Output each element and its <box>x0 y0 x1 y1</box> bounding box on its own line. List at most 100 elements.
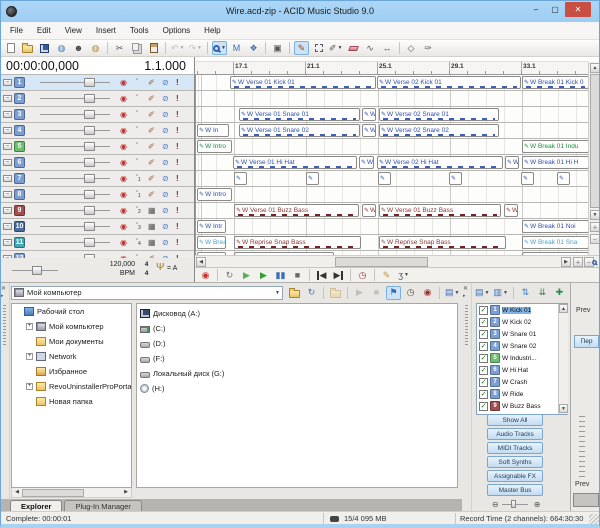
track-header[interactable]: –5◉”✐⊘! <box>0 139 194 155</box>
minimize-track-button[interactable]: – <box>3 207 12 214</box>
track-header[interactable]: –11◉”4▦⊘! <box>0 235 194 251</box>
marker-pencil-button[interactable]: ✎ <box>379 268 394 282</box>
minimize-track-button[interactable]: – <box>3 143 12 150</box>
manager-track-item[interactable]: ✓3W Snare 01 <box>477 328 567 340</box>
undo-icon[interactable]: ↶▼ <box>170 41 186 55</box>
chevron-down-icon[interactable]: ▼ <box>197 45 202 51</box>
menu-help[interactable]: Help <box>197 24 227 37</box>
horizontal-scroll-thumb[interactable] <box>335 257 428 267</box>
new-file-icon[interactable] <box>3 41 18 55</box>
chevron-down-icon[interactable]: ▼ <box>338 45 343 51</box>
track-volume-thumb[interactable] <box>84 94 95 103</box>
fader-up-icon[interactable]: ⇅ <box>518 286 533 300</box>
manager-track-item[interactable]: ✓7W Crash <box>477 376 567 388</box>
scribble-button[interactable]: ʒ▼ <box>396 268 411 282</box>
web-media-icon[interactable]: ◍ <box>88 41 103 55</box>
track-volume-thumb[interactable] <box>84 190 95 199</box>
mute-icon[interactable]: ⊘ <box>162 78 169 87</box>
solo-icon[interactable]: ! <box>176 110 179 119</box>
minimize-track-button[interactable]: – <box>3 95 12 102</box>
pin-dock-icon[interactable]: ▸ <box>1 293 4 299</box>
clip-event[interactable]: ✎W <box>359 156 374 169</box>
keyboard-icon[interactable]: ▦ <box>148 238 156 247</box>
clip-event[interactable]: ✎W <box>504 204 518 217</box>
clip-event[interactable]: ✎W Break 01 Noi <box>522 220 588 233</box>
solo-icon[interactable]: ! <box>176 206 179 215</box>
media-manager-icon[interactable]: ◷ <box>403 286 418 300</box>
record-arm-icon[interactable]: ◉ <box>120 94 127 103</box>
track-volume-slider[interactable] <box>40 226 110 227</box>
mute-icon[interactable]: ⊘ <box>162 238 169 247</box>
chevron-down-icon[interactable]: ▼ <box>455 290 460 296</box>
scroll-up-icon[interactable]: ▲ <box>590 63 600 73</box>
menu-view[interactable]: View <box>58 24 89 37</box>
tree-scroll-thumb[interactable] <box>22 489 84 497</box>
play-button[interactable]: ▶ <box>256 268 271 282</box>
track-volume-slider[interactable] <box>40 178 110 179</box>
mixer-fader-scale[interactable] <box>579 416 585 479</box>
paste-icon[interactable] <box>146 41 161 55</box>
tempo-display[interactable]: 120,000 BPM <box>93 260 135 278</box>
menu-insert[interactable]: Insert <box>89 24 123 37</box>
tree-item[interactable]: Мои документы <box>12 334 131 349</box>
track-volume-slider[interactable] <box>40 82 110 83</box>
track-header[interactable]: –4◉”✐⊘! <box>0 123 194 139</box>
minimize-track-button[interactable]: – <box>3 111 12 118</box>
track-volume-thumb[interactable] <box>84 78 95 87</box>
clip-event[interactable]: ✎W Break 01 Indu <box>522 140 588 153</box>
track-volume-thumb[interactable] <box>84 238 95 247</box>
brush-icon[interactable]: ✐ <box>148 190 155 199</box>
mute-icon[interactable]: ⊘ <box>162 94 169 103</box>
whats-this-icon[interactable]: ✑ <box>421 41 436 55</box>
track-volume-thumb[interactable] <box>84 126 95 135</box>
get-media-icon[interactable]: ◉ <box>420 286 435 300</box>
clip-event[interactable]: ✎W Verse 01 Snare 01 <box>239 108 360 121</box>
open-icon[interactable] <box>20 41 35 55</box>
tree-item[interactable]: +Мой компьютер <box>12 319 131 334</box>
manager-scrollbar[interactable]: ▲ ▼ <box>558 304 568 414</box>
timeline-row[interactable]: ✎W Intro ✎W Break 01 Indu <box>196 139 588 155</box>
timeline-row[interactable]: ✎W Verse 01 Snare 01✎W✎W Verse 02 Snare … <box>196 107 588 123</box>
track-header[interactable]: –10◉”3▦⊘! <box>0 219 194 235</box>
menu-options[interactable]: Options <box>156 24 198 37</box>
window-focus-icon[interactable]: ▣ <box>270 41 285 55</box>
vertical-scroll-thumb[interactable] <box>590 74 600 208</box>
timeline-body[interactable]: ✎W Verse 01 Kick 01✎W Verse 02 Kick 01✎W… <box>195 75 588 255</box>
record-arm-icon[interactable]: ◉ <box>120 110 127 119</box>
track-checkbox[interactable]: ✓ <box>479 306 488 315</box>
minimize-track-button[interactable]: – <box>3 175 12 182</box>
solo-icon[interactable]: ! <box>176 190 179 199</box>
file-item[interactable]: (F:) <box>140 351 457 366</box>
track-volume-slider[interactable] <box>40 98 110 99</box>
mute-icon[interactable]: ⊘ <box>162 142 169 151</box>
chevron-down-icon[interactable]: ▼ <box>503 290 508 296</box>
add-fx-icon[interactable]: ✚ <box>552 286 567 300</box>
pin-dock-icon[interactable]: ▸ <box>463 293 466 299</box>
refresh-icon[interactable]: ↻ <box>304 286 319 300</box>
explorer-dock-grip[interactable]: ✕ ▸ <box>0 283 10 499</box>
record-arm-icon[interactable]: ◉ <box>120 190 127 199</box>
views-icon[interactable]: ▤▼ <box>474 286 490 300</box>
tree-item[interactable]: Рабочий стол <box>12 304 131 319</box>
clip-event[interactable]: ✎W Verse 02 Hi Hat <box>377 156 503 169</box>
close-dock-icon[interactable]: ✕ <box>1 285 6 292</box>
brush-icon[interactable]: ✐ <box>148 94 155 103</box>
record-arm-icon[interactable]: ◉ <box>120 126 127 135</box>
manager-track-item[interactable]: ✓6W Hi Hat <box>477 364 567 376</box>
clip-event[interactable]: ✎W Break 01 Sna <box>522 236 588 249</box>
chevron-down-icon[interactable]: ▼ <box>485 290 490 296</box>
normal-edit-icon[interactable]: ◇ <box>404 41 419 55</box>
clip-event[interactable]: ✎W Intro <box>197 140 232 153</box>
stop-preview-icon[interactable]: ■ <box>369 286 384 300</box>
scroll-down-icon[interactable]: ▼ <box>590 210 600 220</box>
publish-icon[interactable]: ◍ <box>54 41 69 55</box>
track-volume-slider[interactable] <box>40 130 110 131</box>
track-header[interactable]: –3◉”✐⊘! <box>0 107 194 123</box>
timeline-horizontal-scrollbar[interactable]: ◀ ▶ ＋ － <box>195 255 600 267</box>
timestretch-tool-icon[interactable]: ↔ <box>380 41 395 55</box>
mute-icon[interactable]: ⊘ <box>162 158 169 167</box>
clip-event[interactable]: ✎ <box>378 172 391 185</box>
record-arm-icon[interactable]: ◉ <box>120 222 127 231</box>
track-volume-thumb[interactable] <box>84 158 95 167</box>
file-item[interactable]: (H:) <box>140 381 457 396</box>
